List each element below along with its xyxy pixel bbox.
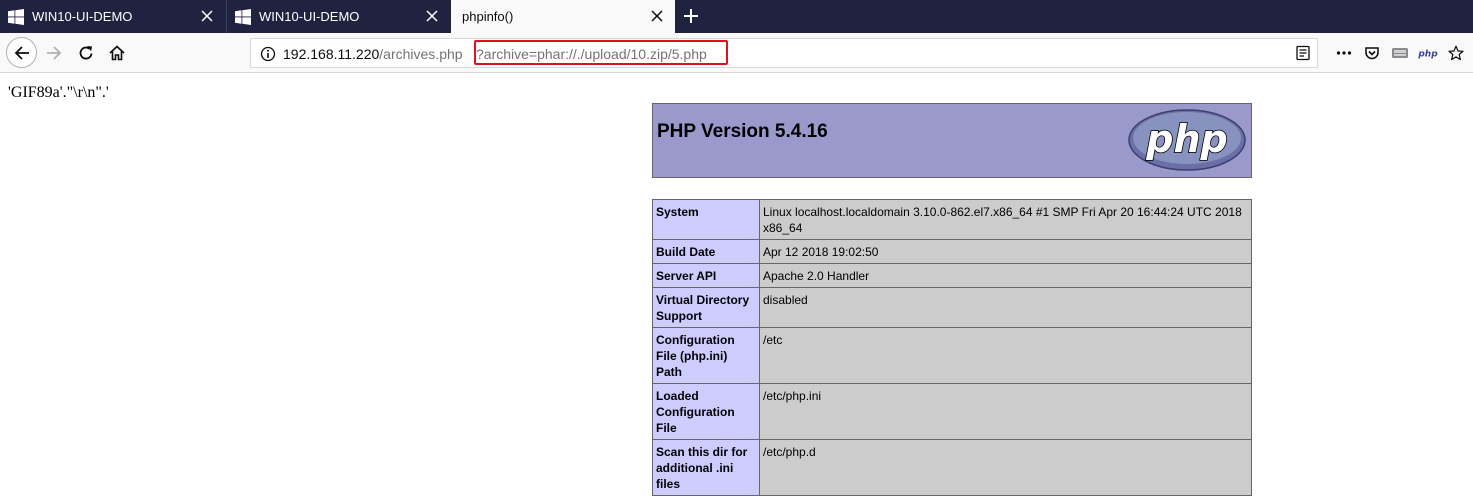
table-row: Scan this dir for additional .ini files /… <box>652 439 1252 496</box>
tab-strip: WIN10-UI-DEMO WIN10-UI-DEMO phpinfo() <box>0 0 1473 33</box>
tab-phpinfo[interactable]: phpinfo() <box>451 0 675 33</box>
info-value: /etc/php.d <box>759 439 1252 496</box>
table-row: System Linux localhost.localdomain 3.10.0… <box>652 199 1252 240</box>
reload-button[interactable] <box>74 41 98 65</box>
table-row: Server API Apache 2.0 Handler <box>652 263 1252 288</box>
info-key: Virtual Directory Support <box>652 287 760 328</box>
tab-title: phpinfo() <box>462 9 514 24</box>
url-bar[interactable]: 192.168.11.220/archives.php ?archive=pha… <box>250 38 1318 68</box>
info-value: Apr 12 2018 19:02:50 <box>759 239 1252 264</box>
extension-icon[interactable] <box>1390 43 1410 63</box>
tab-title: WIN10-UI-DEMO <box>32 9 133 24</box>
page-content: 'GIF89a'."\r\n".' PHP Version 5.4.16 php… <box>0 74 1473 496</box>
php-version-title: PHP Version 5.4.16 <box>657 121 828 142</box>
bookmark-star-icon[interactable] <box>1446 43 1466 63</box>
close-tab-icon[interactable] <box>199 8 215 24</box>
close-tab-icon[interactable] <box>649 8 665 24</box>
tab-win10-demo-2[interactable]: WIN10-UI-DEMO <box>226 0 450 33</box>
table-row: Virtual Directory Support disabled <box>652 287 1252 328</box>
php-logo-text: php <box>1145 117 1227 161</box>
info-key: Configuration File (php.ini) Path <box>652 327 760 384</box>
table-row: Configuration File (php.ini) Path/etc <box>652 327 1252 384</box>
back-button[interactable] <box>6 37 37 68</box>
url-host: 192.168.11.220 <box>283 46 380 62</box>
svg-text:php: php <box>1418 50 1438 60</box>
info-value: /etc <box>759 327 1252 384</box>
new-tab-button[interactable] <box>679 4 703 28</box>
home-icon <box>109 45 125 61</box>
reader-view-icon[interactable] <box>1295 45 1311 61</box>
table-row: Build Date Apr 12 2018 19:02:50 <box>652 239 1252 264</box>
reload-icon <box>79 46 93 60</box>
forward-arrow-icon <box>47 46 62 60</box>
highlight-box <box>474 40 728 65</box>
info-key: Scan this dir for additional .ini files <box>652 439 760 496</box>
table-row: Loaded Configuration File/etc/php.ini <box>652 383 1252 440</box>
home-button[interactable] <box>105 41 129 65</box>
page-actions-icon[interactable] <box>1334 43 1354 63</box>
info-key: Server API <box>652 263 760 288</box>
site-info-icon[interactable] <box>260 46 276 62</box>
tab-title: WIN10-UI-DEMO <box>259 9 360 24</box>
windows-logo-icon <box>8 8 24 25</box>
php-info-table: System Linux localhost.localdomain 3.10.0… <box>652 199 1252 496</box>
php-extension-icon[interactable]: php <box>1418 43 1438 63</box>
php-logo[interactable]: php <box>1127 108 1247 177</box>
info-value: /etc/php.ini <box>759 383 1252 440</box>
info-value: Linux localhost.localdomain 3.10.0-862.e… <box>759 199 1252 240</box>
windows-logo-icon <box>235 8 251 25</box>
plus-icon <box>684 9 698 23</box>
info-value: disabled <box>759 287 1252 328</box>
back-arrow-icon <box>14 45 29 60</box>
pocket-icon[interactable] <box>1362 43 1382 63</box>
info-key: Build Date <box>652 239 760 264</box>
raw-output-text: 'GIF89a'."\r\n".' <box>8 84 109 101</box>
tab-win10-demo-1[interactable]: WIN10-UI-DEMO <box>0 0 225 33</box>
php-version-header: PHP Version 5.4.16 php <box>652 103 1252 178</box>
info-key: Loaded Configuration File <box>652 383 760 440</box>
info-key: System <box>652 199 760 240</box>
close-tab-icon[interactable] <box>424 8 440 24</box>
url-text: 192.168.11.220/archives.php <box>283 45 463 63</box>
navigation-toolbar: 192.168.11.220/archives.php ?archive=pha… <box>0 33 1473 73</box>
info-value: Apache 2.0 Handler <box>759 263 1252 288</box>
url-path: /archives.php <box>379 46 463 62</box>
forward-button[interactable] <box>42 41 66 65</box>
